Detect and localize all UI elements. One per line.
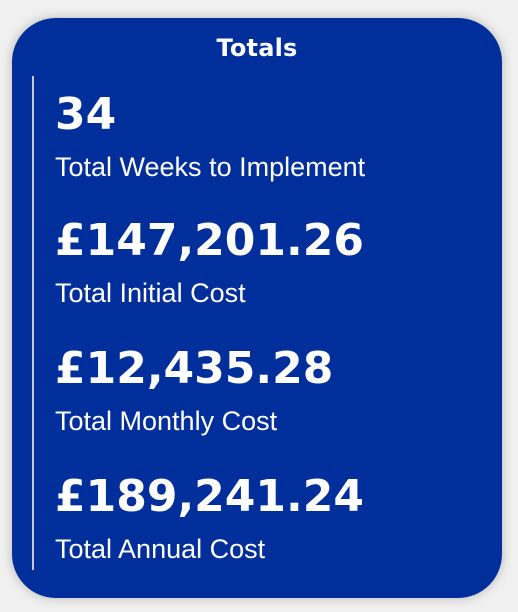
metric-label: Total Annual Cost (55, 534, 266, 564)
metric-value: 34 (55, 89, 117, 140)
metric-total-initial-cost: £147,201.26 Total Initial Cost (55, 214, 364, 312)
metric-total-weeks: 34 Total Weeks to Implement (55, 88, 365, 186)
metric-label: Total Initial Cost (55, 278, 246, 308)
metric-label: Total Weeks to Implement (55, 152, 366, 182)
card-title: Totals (216, 34, 298, 62)
page: Totals 34 Total Weeks to Implement £147,… (0, 0, 518, 612)
metric-value: £189,241.24 (55, 471, 364, 522)
metric-value: £12,435.28 (55, 343, 334, 394)
totals-card: Totals 34 Total Weeks to Implement £147,… (12, 18, 502, 598)
metric-total-annual-cost: £189,241.24 Total Annual Cost (55, 470, 364, 568)
metric-label: Total Monthly Cost (55, 406, 278, 436)
metric-total-monthly-cost: £12,435.28 Total Monthly Cost (55, 342, 333, 440)
accent-divider (32, 76, 34, 570)
metric-value: £147,201.26 (55, 215, 364, 266)
